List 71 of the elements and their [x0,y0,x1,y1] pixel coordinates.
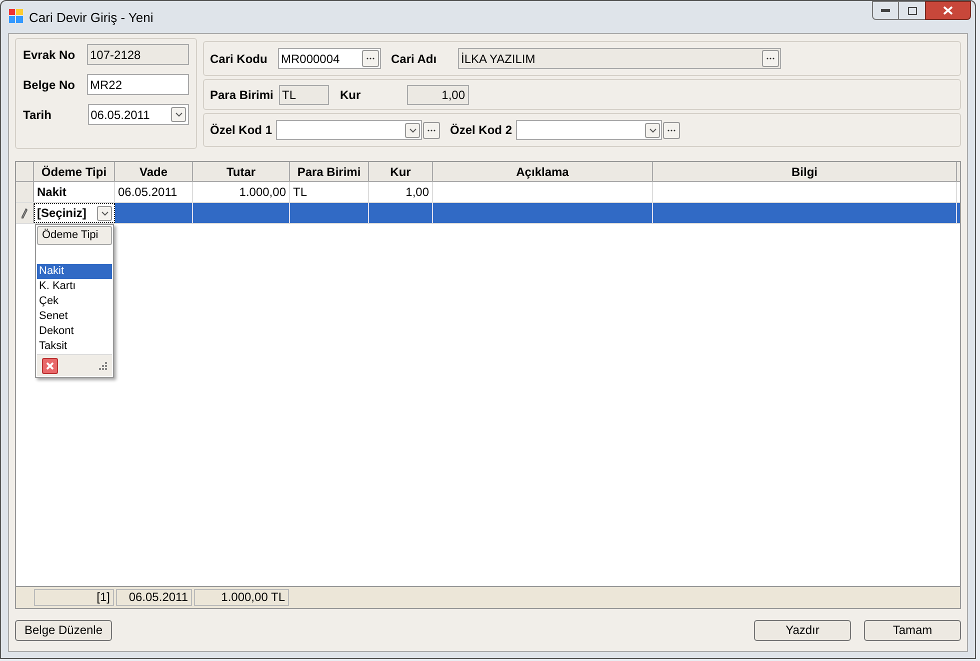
summary-cell: [1] [34,589,114,606]
field-label: Özel Kod 1 [210,122,274,139]
field-label: Belge No [23,76,76,94]
app-icon [9,9,23,23]
ellipsis-icon [427,128,436,132]
table-cell: 1.000,00 [193,182,290,202]
dropdown-button[interactable] [97,206,112,220]
table-cell: 1,00 [369,182,433,202]
close-icon [943,6,953,15]
grid-row[interactable]: Nakit 06.05.2011 1.000,00 TL 1,00 [16,182,960,203]
ellipsis-icon [766,57,775,60]
dropdown-item[interactable]: Nakit [37,264,112,279]
maximize-icon [908,6,916,14]
resize-grip-icon [99,362,107,370]
column-header[interactable]: Tutar [193,162,290,181]
table-cell: TL [290,182,369,202]
caret-icon [174,112,182,117]
text-field[interactable]: MR22 [87,74,189,95]
currency-field[interactable]: TL [279,84,329,104]
clear-button[interactable] [42,358,58,374]
column-header[interactable]: Ödeme Tipi [34,162,115,181]
date-field[interactable]: 06.05.2011 [88,104,189,125]
maximize-button[interactable] [899,1,925,20]
action-button[interactable]: Yazdır [754,620,851,640]
summary-cell: 06.05.2011 [116,589,192,606]
column-header[interactable]: Açıklama [433,162,653,181]
minimize-icon [881,9,890,12]
ellipsis-icon [366,57,375,60]
field-label: Cari Kodu [210,50,268,68]
field-label: Kur [340,86,362,104]
row-indicator[interactable] [16,203,34,223]
column-header[interactable]: Bilgi [653,162,957,181]
payment-type-select[interactable]: [Seçiniz] [34,203,115,223]
summary-cell: 1.000,00 TL [194,589,289,606]
code-select[interactable] [276,120,422,140]
field-label: Evrak No [23,46,76,64]
table-cell: Nakit [34,182,115,202]
caret-icon [100,210,108,216]
field-label: Tarih [23,106,52,124]
rate-field[interactable]: 1,00 [407,84,469,104]
field-label: Özel Kod 2 [450,122,514,139]
pencil-icon [21,208,28,218]
action-button[interactable]: Tamam [864,620,961,640]
dropdown-button[interactable] [171,107,186,122]
column-header[interactable]: Ödeme Tipi [37,226,112,245]
column-header[interactable]: Vade [115,162,193,181]
account-code-field[interactable]: MR000004 [278,48,381,69]
field-label: Para Birimi [210,86,274,104]
caret-icon [408,128,416,132]
code-select[interactable] [516,120,662,140]
close-button[interactable] [925,1,971,20]
field-label: Cari Adı [391,50,438,68]
close-icon [46,362,54,370]
dropdown-item[interactable]: Dekont [37,324,112,339]
column-header[interactable]: Para Birimi [290,162,369,181]
dropdown-button[interactable] [645,122,660,138]
dropdown-item[interactable]: Çek [37,294,112,309]
window-title: Cari Devir Giriş - Yeni [29,9,154,27]
column-header[interactable]: Kur [369,162,433,181]
dropdown-item[interactable]: Taksit [37,339,112,354]
dropdown-item[interactable]: K. Kartı [37,279,112,294]
minimize-button[interactable] [872,1,899,20]
account-name-field[interactable]: İLKA YAZILIM [458,48,781,69]
table-cell: 06.05.2011 [115,182,193,202]
text-field[interactable]: 107-2128 [87,44,189,65]
dropdown-button[interactable] [405,122,420,138]
grid-row[interactable]: [Seçiniz] [16,203,960,224]
ellipsis-icon [667,128,676,132]
dropdown-item[interactable]: Senet [37,309,112,324]
caret-icon [648,128,656,132]
edit-document-button[interactable]: Belge Düzenle [15,620,112,640]
